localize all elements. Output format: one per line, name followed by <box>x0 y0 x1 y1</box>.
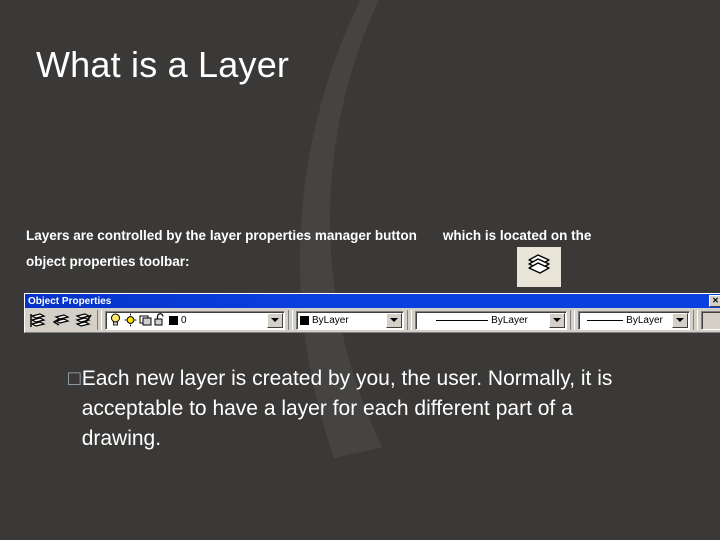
toolbar-separator <box>97 310 102 330</box>
lightbulb-on-icon <box>111 313 120 326</box>
slide-title: What is a Layer <box>36 44 290 85</box>
layer-control-combo[interactable]: 0 <box>105 310 285 330</box>
linetype-sample-icon <box>436 319 489 321</box>
layer-properties-manager-icon[interactable] <box>73 310 94 331</box>
lineweight-combo-value: ByLayer <box>626 314 663 326</box>
lineweight-combo-content: ByLayer <box>579 315 671 326</box>
color-swatch <box>300 315 309 325</box>
toolbar-separator <box>570 310 575 330</box>
toolbar-separator <box>407 310 412 330</box>
intro-text-line2: object properties toolbar: <box>26 254 190 269</box>
toolbar-separator <box>288 310 293 330</box>
bullet-list-item: □ Each new layer is created by you, the … <box>68 364 628 454</box>
layer-properties-manager-button-image[interactable] <box>517 247 561 287</box>
object-properties-toolbar[interactable]: Object Properties ✕ 0 ByLayer ByLayer By… <box>24 293 720 333</box>
linetype-combo-value: ByLayer <box>491 314 528 326</box>
toolbar-title: Object Properties <box>28 295 112 307</box>
sun-thaw-icon <box>124 313 137 327</box>
background-bottom-wedge <box>110 460 720 540</box>
layers-stack-icon <box>526 253 552 282</box>
lineweight-sample-icon <box>587 319 624 321</box>
linetype-control-combo[interactable]: ByLayer <box>415 310 567 330</box>
bullet-marker-icon: □ <box>68 367 81 390</box>
intro-emphasis: layer properties manager <box>209 228 372 243</box>
toolbar-titlebar[interactable]: Object Properties ✕ <box>25 294 720 308</box>
layer-combo-value: 0 <box>181 314 187 326</box>
toolbar-separator <box>693 310 698 330</box>
bullet-text: Each new layer is created by you, the us… <box>81 367 613 450</box>
toolbar-controls-row: 0 ByLayer ByLayer ByLayer <box>25 308 720 332</box>
lineweight-combo-dropdown-arrow[interactable] <box>672 312 688 328</box>
intro-text-part2: button <box>371 228 417 243</box>
color-combo-value: ByLayer <box>312 314 349 326</box>
plot-style-control-combo: ByColor <box>701 310 720 330</box>
close-icon[interactable]: ✕ <box>709 295 720 307</box>
intro-text-part3: which is located on the <box>442 228 592 243</box>
linetype-combo-dropdown-arrow[interactable] <box>549 312 565 328</box>
color-control-combo[interactable]: ByLayer <box>296 310 404 330</box>
presentation-slide: What is a Layer Layers are controlled by… <box>0 0 720 540</box>
color-combo-content: ByLayer <box>297 315 385 326</box>
plot-style-combo-content: ByColor <box>702 315 720 326</box>
unlock-icon <box>154 313 164 326</box>
layer-state-icons <box>109 313 178 327</box>
make-object-layer-current-icon[interactable] <box>27 310 48 331</box>
bullet-block: □ Each new layer is created by you, the … <box>68 364 628 454</box>
intro-text-part1: Layers are controlled by the <box>26 228 210 243</box>
layer-color-swatch <box>169 315 178 325</box>
linetype-combo-content: ByLayer <box>416 315 548 326</box>
freeze-viewport-icon <box>139 315 152 326</box>
intro-paragraph: Layers are controlled by the layer prope… <box>26 223 720 275</box>
layer-combo-content: 0 <box>106 313 266 327</box>
layer-combo-dropdown-arrow[interactable] <box>267 312 283 328</box>
layer-previous-icon[interactable] <box>50 310 71 331</box>
lineweight-control-combo[interactable]: ByLayer <box>578 310 690 330</box>
color-combo-dropdown-arrow[interactable] <box>386 312 402 328</box>
